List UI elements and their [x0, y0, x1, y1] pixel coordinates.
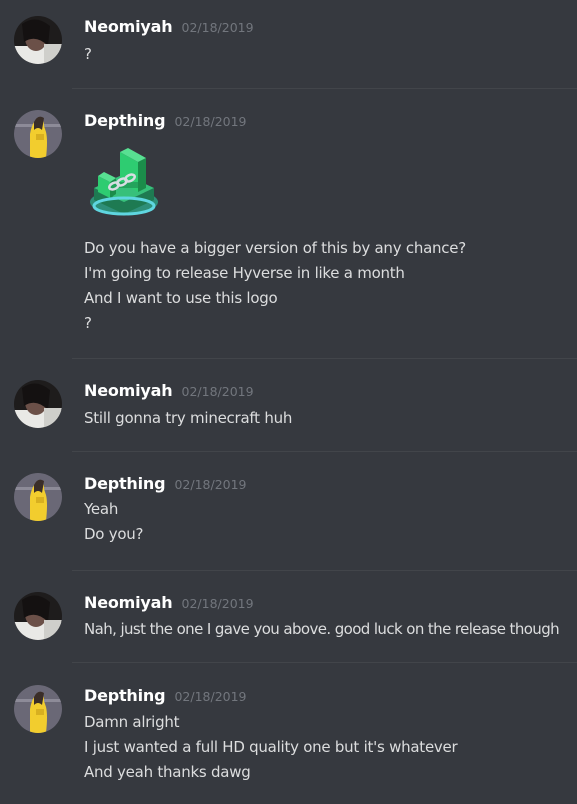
timestamp: 02/18/2019 [181, 596, 254, 611]
avatar[interactable] [14, 16, 62, 64]
avatar[interactable] [14, 592, 62, 640]
message-text: I just wanted a full HD quality one but … [84, 738, 458, 756]
avatar-depthing-icon [14, 685, 62, 733]
message-content: Do you have a bigger version of this by … [84, 236, 570, 336]
message-header: Neomiyah 02/18/2019 [84, 16, 254, 38]
avatar[interactable] [14, 473, 62, 521]
avatar-depthing-icon [14, 473, 62, 521]
avatar-neomiyah-icon [14, 380, 62, 428]
message-text: Damn alright [84, 713, 180, 731]
message-divider [72, 451, 577, 452]
message-text: And I want to use this logo [84, 289, 278, 307]
message-header: Depthing 02/18/2019 [84, 685, 247, 707]
timestamp: 02/18/2019 [181, 384, 254, 399]
username[interactable]: Depthing [84, 111, 166, 130]
message-content: Damn alright I just wanted a full HD qua… [84, 710, 570, 785]
avatar-neomiyah-icon [14, 16, 62, 64]
message-text: Do you? [84, 525, 144, 543]
avatar[interactable] [14, 685, 62, 733]
avatar-neomiyah-icon [14, 592, 62, 640]
message-text: ? [84, 314, 92, 332]
message-content: Still gonna try minecraft huh [84, 406, 570, 431]
message-text: Still gonna try minecraft huh [84, 409, 293, 427]
message-text: Yeah [84, 500, 119, 518]
timestamp: 02/18/2019 [181, 20, 254, 35]
message-content: Nah, just the one I gave you above. good… [84, 617, 570, 642]
username[interactable]: Neomiyah [84, 593, 173, 612]
message-divider [72, 358, 577, 359]
message-header: Depthing 02/18/2019 [84, 473, 247, 495]
username[interactable]: Depthing [84, 686, 166, 705]
avatar[interactable] [14, 380, 62, 428]
timestamp: 02/18/2019 [174, 689, 247, 704]
avatar[interactable] [14, 110, 62, 158]
message-header: Neomiyah 02/18/2019 [84, 380, 254, 402]
username[interactable]: Depthing [84, 474, 166, 493]
message-text: Do you have a bigger version of this by … [84, 239, 466, 257]
message-text: And yeah thanks dawg [84, 763, 251, 781]
message-header: Neomiyah 02/18/2019 [84, 592, 254, 614]
timestamp: 02/18/2019 [174, 477, 247, 492]
message-divider [72, 662, 577, 663]
message-text: Nah, just the one I gave you above. good… [84, 620, 560, 638]
username[interactable]: Neomiyah [84, 17, 173, 36]
hyverse-logo-icon[interactable] [84, 148, 164, 220]
message-divider [72, 88, 577, 89]
message-content: Yeah Do you? [84, 497, 570, 547]
message-content: ? [84, 42, 570, 67]
avatar-depthing-icon [14, 110, 62, 158]
message-header: Depthing 02/18/2019 [84, 110, 247, 132]
message-divider [72, 570, 577, 571]
username[interactable]: Neomiyah [84, 381, 173, 400]
message-text: ? [84, 45, 92, 63]
message-text: I'm going to release Hyverse in like a m… [84, 264, 405, 282]
timestamp: 02/18/2019 [174, 114, 247, 129]
